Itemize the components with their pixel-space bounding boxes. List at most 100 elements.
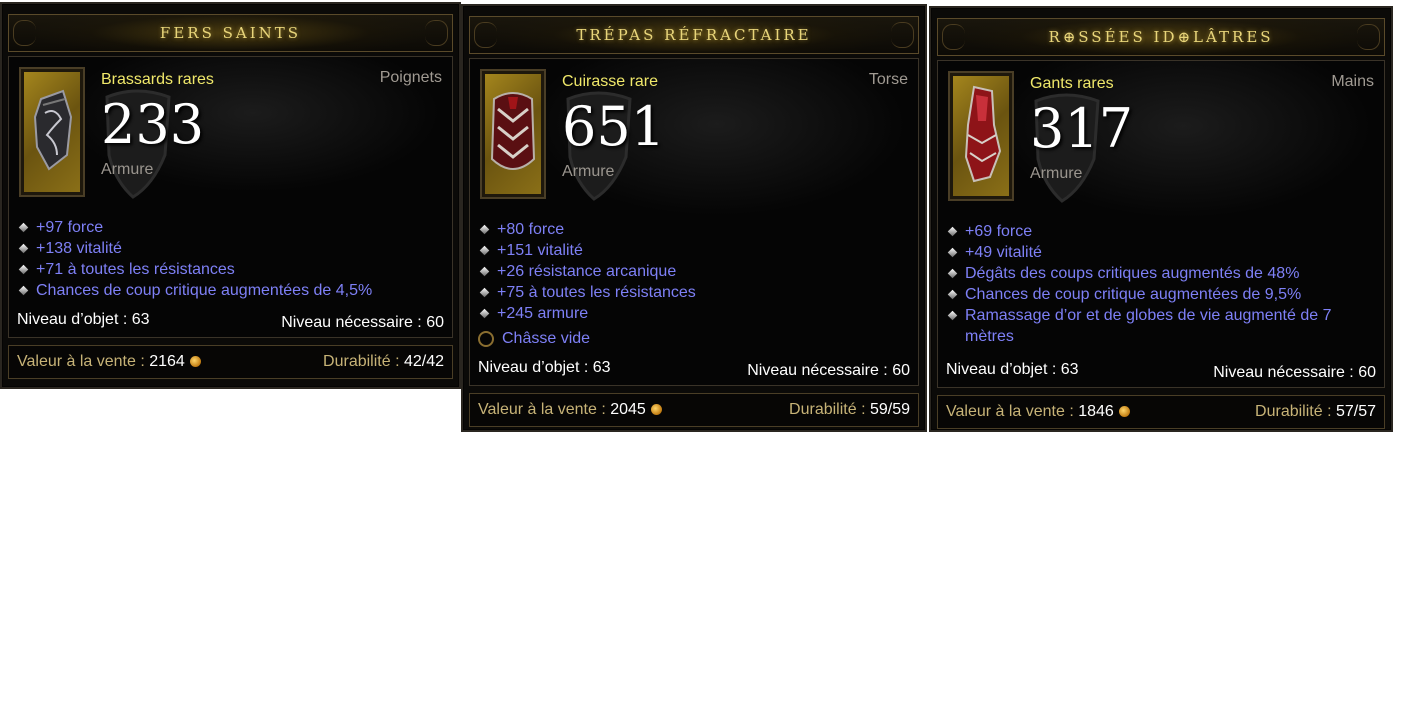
affix-text: +245 armure [497,305,589,322]
bullet-icon [18,243,29,254]
bullet-icon [18,285,29,296]
item-level-value: 63 [592,359,611,376]
item-title: R⊕SSÉES ID⊕LÂTRES [1048,28,1274,46]
affix-text: +26 résistance arcanique [497,263,677,280]
affix-text: +69 force [965,223,1033,240]
item-level-label: Niveau d’objet : [946,361,1061,378]
item-tooltip: R⊕SSÉES ID⊕LÂTRES Gants rares Mains 317 … [929,6,1393,432]
affix-text: +151 vitalité [497,242,583,259]
affix-text: +75 à toutes les résistances [497,284,696,301]
item-icon-frame[interactable] [19,67,85,197]
affix-line: +245 armure [478,303,910,324]
armor-value: 233 [101,93,205,156]
tooltip-footer: Valeur à la vente : 2164 Durabilité : 42… [8,345,453,379]
durability-label: Durabilité : [323,353,404,370]
affix-list: +69 force +49 vitalité Dégâts des coups … [946,221,1376,347]
armor-label: Armure [101,161,154,178]
bullet-icon [947,310,958,321]
gold-coin-icon [1118,406,1130,417]
armor-label: Armure [1030,165,1083,182]
affix-line: +97 force [17,217,444,238]
required-level: Niveau nécessaire : 60 [281,311,444,332]
item-level-value: 63 [131,311,150,328]
required-level-label: Niveau nécessaire : [281,314,427,331]
item-tooltip: FERS SAINTS Brassards rares Poignets 233… [0,2,461,389]
socket-icon [478,331,494,347]
sell-amount: 1846 [1078,403,1114,420]
item-level-label: Niveau d’objet : [17,311,132,328]
bullet-icon [947,289,958,300]
bullet-icon [947,268,958,279]
item-title: FERS SAINTS [159,24,302,42]
tooltip-footer: Valeur à la vente : 1846 Durabilité : 57… [937,395,1385,429]
required-level-label: Niveau nécessaire : [747,362,893,379]
durability-value: 42/42 [403,353,444,370]
bracers-icon [33,89,73,171]
item-title: TRÉPAS RÉFRACTAIRE [576,26,812,44]
bullet-icon [947,247,958,258]
item-icon-frame[interactable] [948,71,1014,201]
sell-label: Valeur à la vente : [478,401,611,418]
gold-coin-icon [189,356,201,367]
level-row: Niveau d’objet : 63 Niveau nécessaire : … [946,361,1376,382]
gloves-icon [964,85,1002,183]
affix-text: +49 vitalité [965,244,1042,261]
chest-armor-icon [490,92,536,170]
affix-text: Chances de coup critique augmentées de 9… [965,286,1302,303]
affix-text: Dégâts des coups critiques augmentés de … [965,265,1300,282]
bullet-icon [479,224,490,235]
sell-value: Valeur à la vente : 1846 [946,403,1130,421]
affix-text: Ramassage d’or et de globes de vie augme… [965,307,1332,345]
sell-amount: 2045 [610,401,646,418]
affix-line: Dégâts des coups critiques augmentés de … [946,263,1376,284]
sell-label: Valeur à la vente : [946,403,1079,420]
sell-label: Valeur à la vente : [17,353,150,370]
item-level: Niveau d’objet : 63 [17,311,150,332]
sell-value: Valeur à la vente : 2164 [17,353,201,371]
durability: Durabilité : 42/42 [323,353,444,371]
durability: Durabilité : 57/57 [1255,403,1376,421]
item-tooltip: TRÉPAS RÉFRACTAIRE Cuirasse rare Torse 6… [461,4,927,432]
item-level-value: 63 [1060,361,1079,378]
level-row: Niveau d’objet : 63 Niveau nécessaire : … [478,359,910,380]
bullet-icon [18,264,29,275]
required-level-value: 60 [1358,364,1376,381]
affix-text: +138 vitalité [36,240,122,257]
level-row: Niveau d’objet : 63 Niveau nécessaire : … [17,311,444,332]
affix-text: +80 force [497,221,565,238]
durability-label: Durabilité : [789,401,870,418]
affix-line: +75 à toutes les résistances [478,282,910,303]
affix-line: +71 à toutes les résistances [17,259,444,280]
item-level-label: Niveau d’objet : [478,359,593,376]
bullet-icon [479,266,490,277]
tooltip-title-bar: FERS SAINTS [8,14,453,52]
required-level: Niveau nécessaire : 60 [747,359,910,380]
affix-line: Ramassage d’or et de globes de vie augme… [946,305,1376,347]
required-level: Niveau nécessaire : 60 [1213,361,1376,382]
durability: Durabilité : 59/59 [789,401,910,419]
armor-value: 651 [562,95,666,158]
bullet-icon [479,245,490,256]
tooltip-title-bar: R⊕SSÉES ID⊕LÂTRES [937,18,1385,56]
item-slot: Mains [1331,73,1374,90]
item-level: Niveau d’objet : 63 [946,361,1079,382]
affix-text: +97 force [36,219,104,236]
bullet-icon [479,287,490,298]
armor-value: 317 [1030,97,1134,160]
empty-socket: Châsse vide [478,330,910,348]
bullet-icon [479,308,490,319]
affix-list: +80 force +151 vitalité +26 résistance a… [478,219,910,348]
item-icon-frame[interactable] [480,69,546,199]
item-slot: Torse [868,71,908,88]
tooltip-body: Brassards rares Poignets 233 Armure +97 … [8,56,453,338]
affix-list: +97 force +138 vitalité +71 à toutes les… [17,217,444,301]
affix-text: +71 à toutes les résistances [36,261,235,278]
affix-line: +69 force [946,221,1376,242]
affix-line: +80 force [478,219,910,240]
tooltip-body: Gants rares Mains 317 Armure +69 force +… [937,60,1385,388]
required-level-value: 60 [892,362,910,379]
bullet-icon [947,226,958,237]
bullet-icon [18,222,29,233]
tooltip-body: Cuirasse rare Torse 651 Armure +80 force… [469,58,919,386]
affix-line: +151 vitalité [478,240,910,261]
